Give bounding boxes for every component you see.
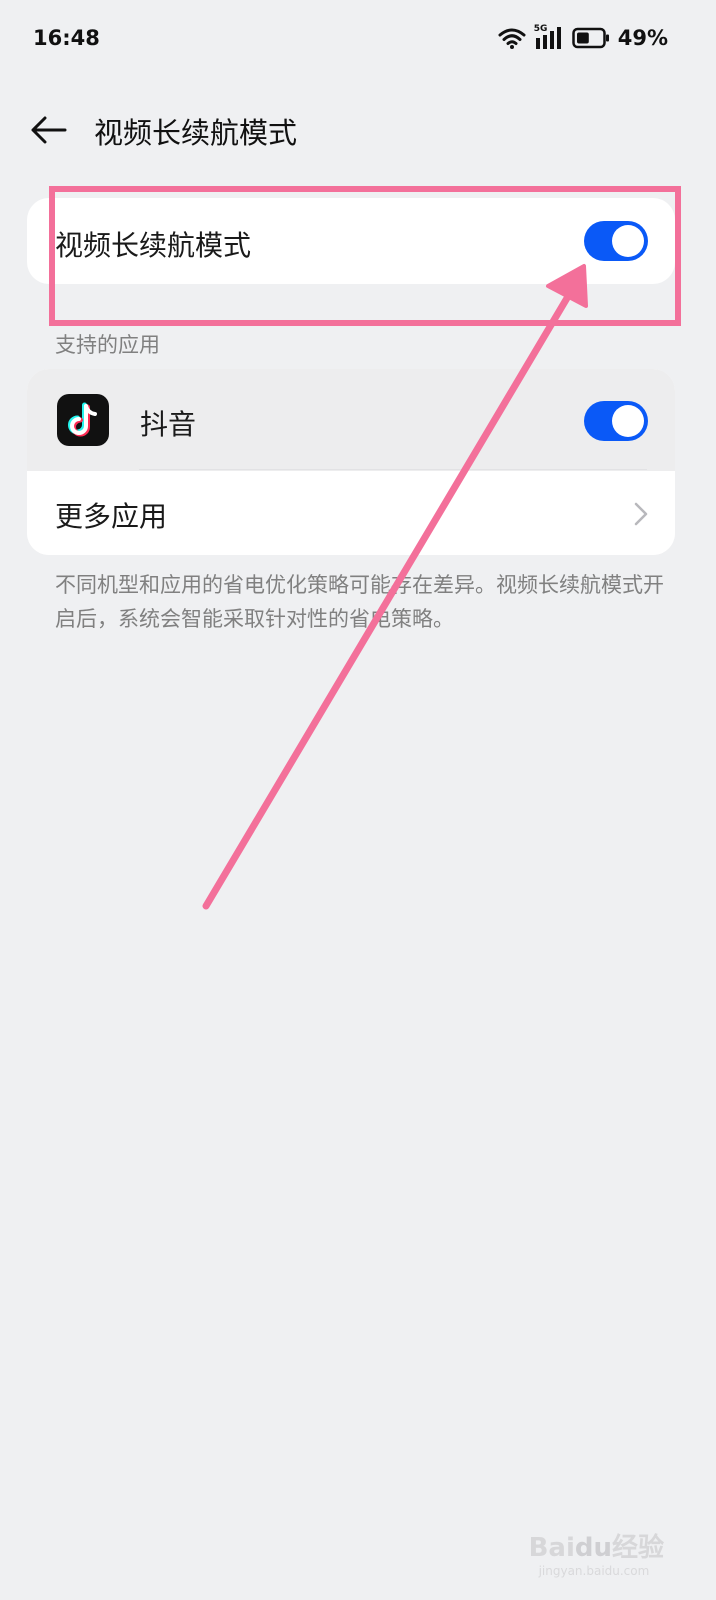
baidu-watermark-logo: Baidu经验 jingyan.baidu.com [528,1533,664,1578]
annotation-arrow [202,264,588,910]
